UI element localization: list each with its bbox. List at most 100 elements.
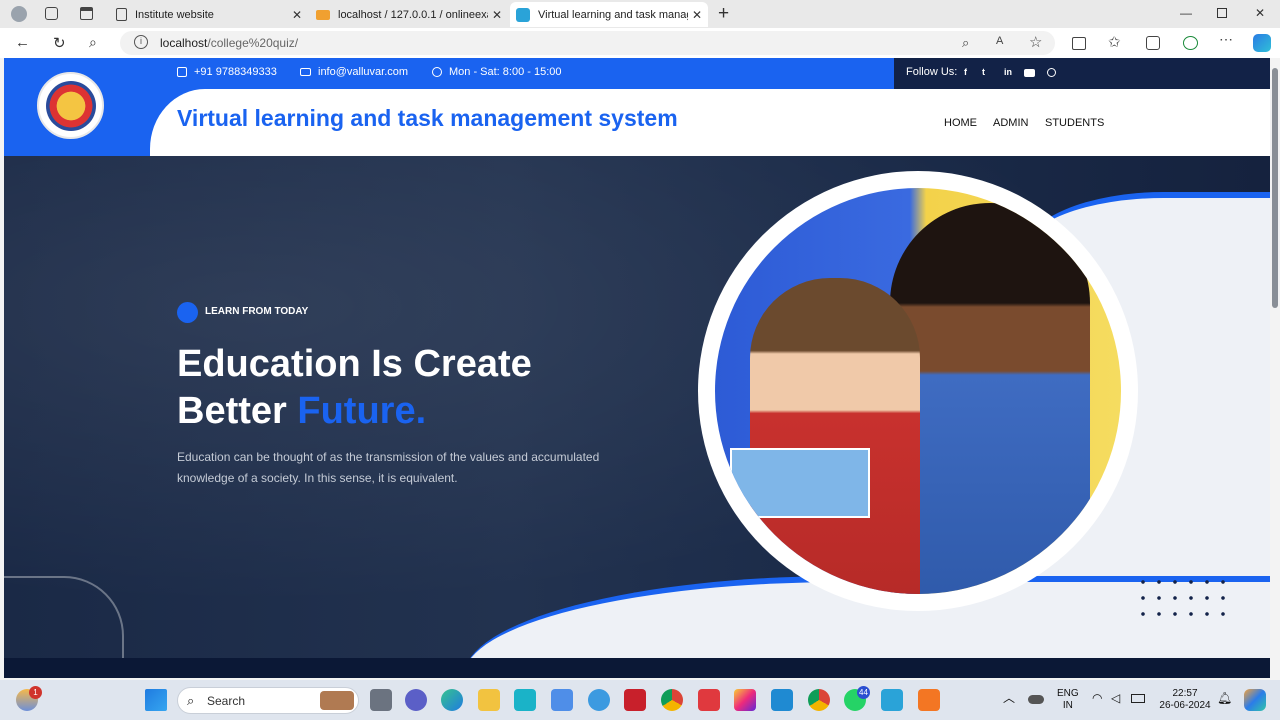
site-info-icon[interactable]: i [134,35,148,49]
tab-label: Virtual learning and task manage [538,8,688,21]
windows-start-icon[interactable] [145,689,167,711]
phone-contact[interactable]: +91 9788349333 [177,66,277,78]
new-tab-button[interactable]: + [718,3,729,25]
student-female-figure [750,278,920,594]
email-contact[interactable]: info@valluvar.com [300,66,408,78]
store-icon[interactable] [551,689,573,711]
refresh-icon[interactable]: ↻ [53,34,66,52]
student-male-figure [890,203,1090,594]
browser-tab-strip: Institute website ✕ localhost / 127.0.0.… [0,0,1280,28]
xampp-icon[interactable] [918,689,940,711]
nav-students[interactable]: STUDENTS [1045,117,1104,129]
next-section-strip [4,658,1270,678]
decorative-dots-grid [1135,574,1235,626]
sway-icon[interactable] [514,689,536,711]
youtube-icon[interactable] [1024,69,1035,77]
zoom-icon[interactable]: ⌕ [962,35,969,51]
web-page: +91 9788349333 info@valluvar.com Mon - S… [4,58,1270,678]
tab-actions-icon[interactable] [80,7,93,20]
clock[interactable]: 22:57 26-06-2024 [1155,688,1215,712]
instagram-icon[interactable] [734,689,756,711]
close-window-icon[interactable]: ✕ [1255,6,1265,20]
kicker-dot [177,302,198,323]
notification-bell-icon[interactable]: 🔔︎ [1217,692,1232,704]
site-favicon-icon [516,7,530,22]
profile-icon[interactable] [11,6,27,22]
site-title[interactable]: Virtual learning and task management sys… [177,105,678,132]
collections-icon[interactable] [1146,36,1160,50]
clock-time: 22:57 [1172,688,1198,699]
url-text: localhost/college%20quiz/ [160,36,299,50]
clock-icon [432,67,442,77]
search-label: Search [207,694,246,708]
scrollbar-thumb[interactable] [1272,68,1278,308]
favorites-icon[interactable]: ✩ [1108,33,1121,51]
address-bar[interactable]: i localhost/college%20quiz/ ⌕ A ☆ [120,31,1055,55]
page-scrollbar[interactable] [1270,58,1280,678]
phone-number: +91 9788349333 [194,66,277,78]
maximize-icon[interactable] [1217,8,1227,18]
email-address: info@valluvar.com [318,66,409,78]
wifi-icon[interactable]: ◠ [1092,692,1102,704]
battery-icon[interactable] [1131,694,1145,703]
mcafee-icon[interactable] [624,689,646,711]
split-screen-icon[interactable] [1072,37,1086,50]
close-icon[interactable]: ✕ [692,8,702,22]
chrome-icon[interactable] [661,689,683,711]
back-icon[interactable]: ← [15,34,30,51]
page-icon [116,8,127,21]
contact-bar: +91 9788349333 info@valluvar.com Mon - S… [4,58,1270,89]
tab-virtual-learning[interactable]: Virtual learning and task manage ✕ [510,2,708,27]
minimize-icon[interactable]: — [1180,6,1192,20]
chrome-profile-icon[interactable] [808,689,830,711]
hero-paragraph: Education can be thought of as the trans… [177,450,600,485]
task-view-icon[interactable] [370,689,392,711]
copilot-taskbar-icon[interactable] [1244,689,1266,711]
edge-icon[interactable] [441,689,463,711]
file-explorer-icon[interactable] [478,689,500,711]
close-icon[interactable]: ✕ [492,8,502,22]
tab-label: Institute website [135,8,214,21]
students-photo [715,188,1121,594]
volume-icon[interactable]: ◁ [1111,692,1120,704]
search-highlight-image [320,691,354,710]
tab-label: localhost / 127.0.0.1 / onlineexan [338,8,488,21]
college-logo[interactable] [37,72,104,139]
more-menu-icon[interactable]: ⋯ [1219,31,1233,48]
linkedin-icon[interactable]: in [1004,67,1012,77]
nav-admin[interactable]: ADMIN [993,117,1028,129]
nav-home[interactable]: HOME [944,117,977,129]
browser-toolbar: ← ↻ ⌕ i localhost/college%20quiz/ ⌕ A ☆ … [0,28,1280,58]
follow-us-label: Follow Us: [906,66,958,78]
tab-institute-website[interactable]: Institute website ✕ [110,2,308,27]
vscode-icon[interactable] [771,689,793,711]
book-stack [730,448,870,518]
meet-icon[interactable] [405,689,427,711]
taskbar-search[interactable]: ⌕ Search [177,687,359,714]
facebook-icon[interactable]: f [964,67,967,77]
copilot-icon[interactable] [1253,34,1271,52]
search-icon[interactable]: ⌕ [89,34,97,51]
tab-phpmyadmin[interactable]: localhost / 127.0.0.1 / onlineexan ✕ [310,2,508,27]
help-icon[interactable] [588,689,610,711]
envelope-icon [300,68,311,76]
favorite-star-icon[interactable]: ☆ [1029,33,1042,51]
read-aloud-icon[interactable]: A [996,35,1003,47]
hours-text: Mon - Sat: 8:00 - 15:00 [449,66,562,78]
onedrive-icon[interactable] [1028,695,1044,704]
language-indicator[interactable]: ENG IN [1057,688,1079,712]
hero-headline: Education Is Create Better Future. [177,341,532,435]
twitter-icon[interactable]: t [982,67,985,77]
close-icon[interactable]: ✕ [292,8,302,22]
browser-essentials-icon[interactable] [1183,36,1198,50]
workspaces-icon[interactable] [45,7,58,20]
windows-taskbar: 1 ⌕ Search 44 ︿ ENG IN ◠ ◁ 22:57 26-06-2… [0,680,1280,720]
hero-banner: LEARN FROM TODAY Education Is Create Bet… [4,156,1270,678]
hero-kicker: LEARN FROM TODAY [205,306,309,317]
search-icon: ⌕ [187,693,195,708]
anydesk-icon[interactable] [698,689,720,711]
show-hidden-icons[interactable]: ︿ [1003,692,1015,704]
photos-icon[interactable] [881,689,903,711]
skype-icon[interactable] [1047,68,1056,77]
whatsapp-badge: 44 [857,686,870,699]
